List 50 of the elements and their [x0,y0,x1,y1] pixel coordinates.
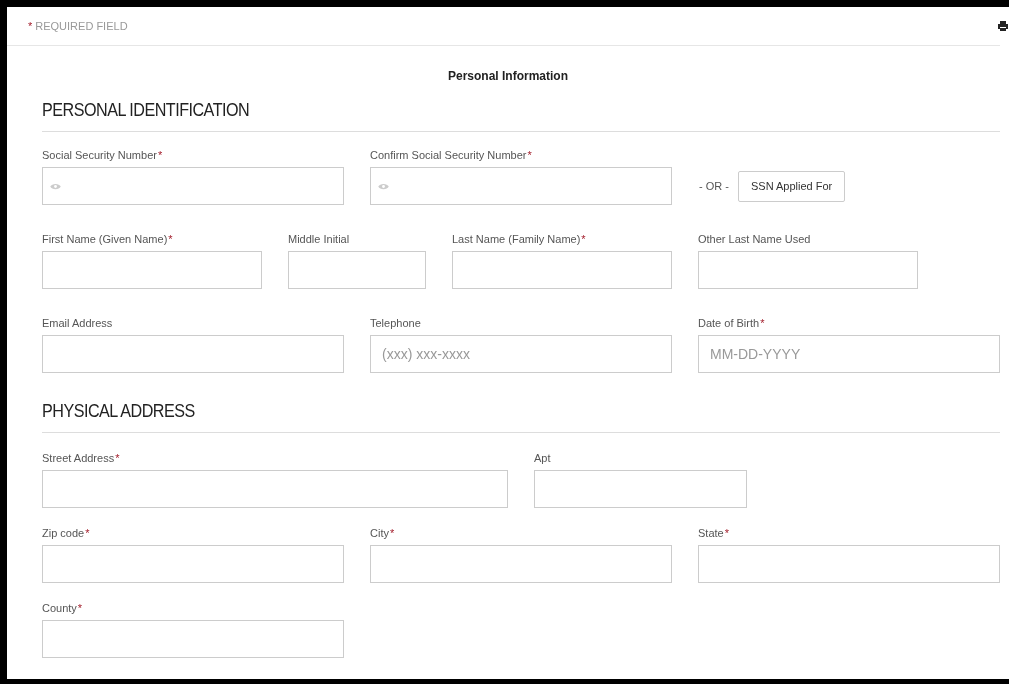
required-mark: * [581,232,586,247]
input-field[interactable]: (xxx) xxx-xxxx [370,335,672,373]
input-field[interactable] [370,167,672,205]
required-mark: * [389,526,395,541]
field-label: County [42,601,77,616]
field-label: Social Security Number [42,148,157,163]
required-mark: * [724,526,729,541]
required-mark: * [157,148,163,163]
input-field[interactable] [42,167,344,205]
field-label: Zip code [42,526,85,541]
required-field-note: REQUIRED FIELD [35,20,128,32]
field-label: First Name (Given Name) [42,232,168,247]
field-label: Confirm Social Security Number [370,148,527,163]
input-field[interactable] [42,620,344,658]
input-field[interactable] [42,545,344,583]
required-mark: * [85,526,90,541]
eye-icon[interactable] [50,183,61,190]
required-mark: * [527,148,532,163]
input-field[interactable]: MM-DD-YYYY [698,335,1000,373]
input-field[interactable] [698,251,918,289]
ssn-applied-for-button[interactable]: SSN Applied For [737,170,846,202]
field-label: Date of Birth [698,316,760,331]
section-heading: PERSONAL IDENTIFICATION [42,99,250,121]
field-label: Street Address [42,451,115,466]
input-field[interactable] [370,545,672,583]
field-label: Other Last Name Used [698,232,811,247]
field-label: Apt [534,451,551,466]
input-field[interactable] [452,251,672,289]
or-separator: - OR - [699,180,729,192]
required-mark: * [28,20,33,32]
required-mark: * [760,316,765,331]
required-mark: * [77,601,83,616]
section-heading: PHYSICAL ADDRESS [42,400,195,422]
field-label: State [698,526,724,541]
input-field[interactable] [42,251,262,289]
input-field[interactable] [534,470,747,508]
input-field[interactable] [42,335,344,373]
required-mark: * [168,232,173,247]
field-label: Telephone [370,316,421,331]
input-field[interactable] [698,545,1000,583]
print-icon[interactable] [997,20,1009,32]
input-field[interactable] [288,251,426,289]
field-label: Last Name (Family Name) [452,232,581,247]
field-label: Email Address [42,316,113,331]
field-label: Middle Initial [288,232,350,247]
input-field[interactable] [42,470,508,508]
eye-icon[interactable] [378,183,389,190]
page-title: Personal Information [447,69,569,83]
field-label: City [370,526,389,541]
required-mark: * [115,451,120,466]
